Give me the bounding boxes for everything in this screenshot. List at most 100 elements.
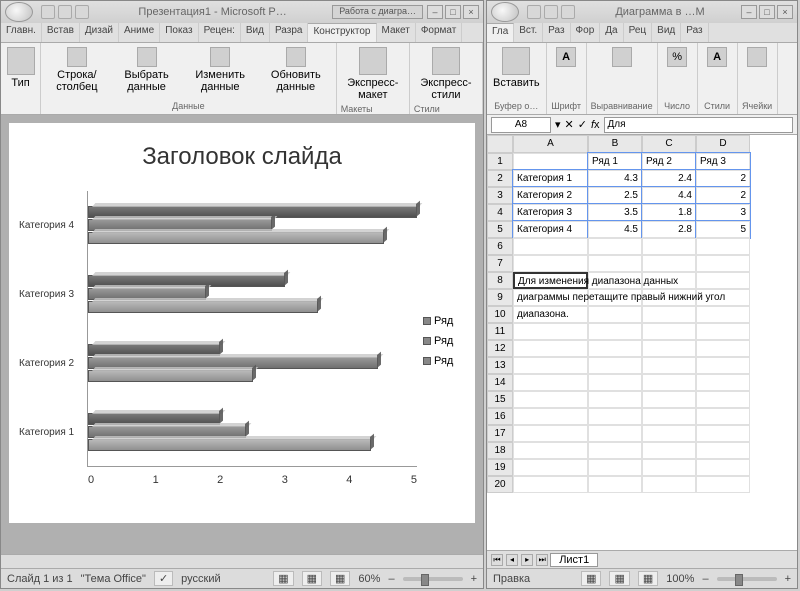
row-header[interactable]: 2 [487, 170, 513, 187]
cell[interactable] [588, 357, 642, 374]
cell[interactable] [513, 357, 588, 374]
tab-layout[interactable]: Макет [377, 23, 416, 42]
cell[interactable] [696, 476, 750, 493]
cell[interactable] [513, 323, 588, 340]
close-button[interactable]: × [777, 5, 793, 19]
row-header[interactable]: 16 [487, 408, 513, 425]
col-header-d[interactable]: D [696, 135, 750, 153]
tab-formulas[interactable]: Фор [571, 23, 601, 42]
cell[interactable]: 4.4 [642, 187, 696, 204]
row-header[interactable]: 9 [487, 289, 513, 306]
tab-constructor[interactable]: Конструктор [308, 23, 376, 42]
redo-icon[interactable] [75, 5, 89, 19]
row-header[interactable]: 19 [487, 459, 513, 476]
row-header[interactable]: 12 [487, 340, 513, 357]
tab-insert[interactable]: Вст. [514, 23, 543, 42]
tab-home[interactable]: Главн. [1, 23, 42, 42]
zoom-value[interactable]: 60% [358, 573, 380, 585]
save-icon[interactable] [41, 5, 55, 19]
cell[interactable] [513, 425, 588, 442]
view-normal-icon[interactable]: ▦ [581, 571, 601, 586]
cell[interactable] [588, 238, 642, 255]
cell[interactable] [696, 323, 750, 340]
col-header-b[interactable]: B [588, 135, 642, 153]
row-header[interactable]: 8 [487, 272, 513, 289]
undo-icon[interactable] [544, 5, 558, 19]
cell[interactable]: 2.4 [642, 170, 696, 187]
cell[interactable] [513, 255, 588, 272]
cell[interactable] [588, 425, 642, 442]
language[interactable]: русский [181, 573, 220, 585]
cell[interactable]: 3 [696, 204, 750, 221]
cell[interactable]: 5 [696, 221, 750, 238]
row-header[interactable]: 13 [487, 357, 513, 374]
tab-review[interactable]: Рецен: [199, 23, 241, 42]
fx-icon[interactable]: fx [591, 119, 600, 131]
zoom-slider[interactable] [403, 577, 463, 581]
close-button[interactable]: × [463, 5, 479, 19]
cell[interactable] [642, 306, 696, 323]
cell[interactable] [513, 374, 588, 391]
cell[interactable] [642, 408, 696, 425]
cell[interactable]: 2.8 [642, 221, 696, 238]
quick-layout-button[interactable]: Экспресс-макет [341, 45, 405, 103]
cell[interactable] [642, 323, 696, 340]
tab-anim[interactable]: Аниме [119, 23, 160, 42]
cell[interactable]: Категория 3 [513, 204, 588, 221]
formula-input[interactable]: Для [604, 117, 793, 133]
cell[interactable] [642, 340, 696, 357]
row-header[interactable]: 4 [487, 204, 513, 221]
cell[interactable] [513, 408, 588, 425]
cell[interactable] [513, 442, 588, 459]
chart-bar[interactable] [88, 301, 318, 313]
minimize-button[interactable]: – [741, 5, 757, 19]
refresh-data-button[interactable]: Обновить данные [260, 45, 332, 95]
tab-review[interactable]: Рец [624, 23, 653, 42]
maximize-button[interactable]: □ [759, 5, 775, 19]
cell[interactable] [696, 391, 750, 408]
cell[interactable] [588, 476, 642, 493]
chart-bar[interactable] [88, 370, 253, 382]
quick-styles-button[interactable]: Экспресс-стили [414, 45, 478, 103]
tab-format[interactable]: Формат [416, 23, 463, 42]
slide[interactable]: Заголовок слайда Категория 4 Категория 3… [9, 123, 475, 523]
row-header[interactable]: 20 [487, 476, 513, 493]
row-header[interactable]: 17 [487, 425, 513, 442]
cell[interactable]: диаграммы перетащите правый нижний угол [513, 289, 588, 306]
cell[interactable] [588, 255, 642, 272]
cell[interactable] [696, 238, 750, 255]
cell[interactable]: Ряд 1 [588, 153, 642, 170]
cell[interactable] [513, 340, 588, 357]
cell[interactable] [696, 357, 750, 374]
cell[interactable] [642, 442, 696, 459]
cell[interactable] [696, 340, 750, 357]
zoom-in-icon[interactable]: + [785, 573, 791, 585]
view-layout-icon[interactable]: ▦ [609, 571, 629, 586]
cell[interactable] [642, 374, 696, 391]
cell[interactable] [588, 306, 642, 323]
cell[interactable] [513, 391, 588, 408]
cell[interactable] [588, 323, 642, 340]
cell[interactable] [513, 476, 588, 493]
tab-home[interactable]: Гла [487, 23, 514, 42]
font-button[interactable]: A [554, 45, 578, 69]
chart-bar[interactable] [88, 439, 371, 451]
cell[interactable] [642, 255, 696, 272]
cell[interactable] [696, 425, 750, 442]
zoom-out-icon[interactable]: – [388, 573, 394, 585]
select-all-button[interactable] [487, 135, 513, 153]
tab-view[interactable]: Вид [652, 23, 681, 42]
chart[interactable]: Категория 4 Категория 3 Категория 2 Кате… [19, 191, 465, 491]
cell[interactable] [696, 408, 750, 425]
horizontal-scrollbar[interactable] [1, 554, 483, 568]
cell[interactable]: 2 [696, 170, 750, 187]
cell[interactable]: Категория 1 [513, 170, 588, 187]
cell[interactable] [588, 442, 642, 459]
cell[interactable] [513, 238, 588, 255]
zoom-slider[interactable] [717, 577, 777, 581]
cell[interactable] [588, 408, 642, 425]
language-icon[interactable]: ✓ [154, 571, 173, 586]
cell[interactable]: 4.3 [588, 170, 642, 187]
cell[interactable] [588, 459, 642, 476]
cell[interactable]: Для изменения диапазона данных [513, 272, 588, 289]
